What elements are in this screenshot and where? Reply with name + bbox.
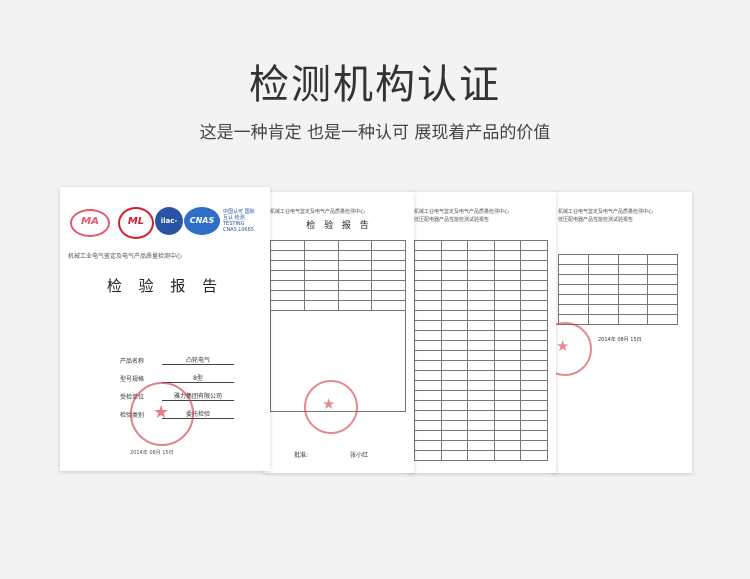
- report-title: 检 验 报 告: [106, 277, 224, 295]
- ml-logo-icon: ML: [118, 207, 154, 239]
- field-value: 8型: [162, 373, 234, 383]
- page-subtitle: 这是一种肯定 也是一种认可 展现着产品的价值: [199, 123, 551, 143]
- red-seal-stamp-icon: [130, 382, 194, 446]
- report-table: [558, 254, 678, 325]
- report-sub-line: 低压配电器产品性能检测试验报告: [414, 217, 490, 223]
- signature-label: 批准:: [294, 452, 309, 459]
- report-sub-line: 低压配电器产品性能检测试验报告: [558, 217, 634, 223]
- field-model: 型号规格 8型: [120, 373, 234, 383]
- report-title: 检 验 报 告: [306, 221, 372, 231]
- ilac-logo-icon: ilac-MRA: [155, 207, 183, 253]
- red-seal-stamp-icon: [552, 322, 592, 376]
- report-date: 2014年 08月 15日: [598, 337, 642, 343]
- report-org-line: 机械工业电气鉴定及电气产品质量检测中心: [68, 253, 183, 260]
- page-title: 检测机构认证: [249, 62, 501, 108]
- cnas-logo-icon: CNAS: [184, 207, 220, 235]
- report-page-2: 机械工业电气鉴定及电气产品质量检测中心 检 验 报 告 批准: 张小红: [264, 192, 414, 473]
- cnas-caption: 中国认可 国际互认 检测 TESTING CNAS L0665: [223, 209, 255, 233]
- signature: 张小红: [350, 452, 369, 459]
- field-product-name: 产品名称 凸轮电气: [120, 355, 234, 365]
- report-page-4: 机械工业电气鉴定及电气产品质量检测中心 低压配电器产品性能检测试验报告 2014…: [552, 192, 692, 473]
- report-org-line: 机械工业电气鉴定及电气产品质量检测中心: [558, 209, 654, 215]
- report-date: 2014年 08月 15日: [130, 450, 174, 456]
- ma-logo-icon: MA: [70, 209, 110, 237]
- red-seal-stamp-icon: [304, 380, 358, 434]
- report-table: [414, 240, 548, 461]
- report-cover-page: MA ML ilac-MRA CNAS 中国认可 国际互认 检测 TESTING…: [60, 187, 270, 471]
- report-org-line: 机械工业电气鉴定及电气产品质量检测中心: [414, 209, 510, 215]
- field-value: 凸轮电气: [162, 355, 234, 365]
- field-key: 产品名称: [120, 358, 145, 365]
- report-page-3: 机械工业电气鉴定及电气产品质量检测中心 低压配电器产品性能检测试验报告: [408, 192, 556, 473]
- report-org-line: 机械工业电气鉴定及电气产品质量检测中心: [270, 209, 366, 215]
